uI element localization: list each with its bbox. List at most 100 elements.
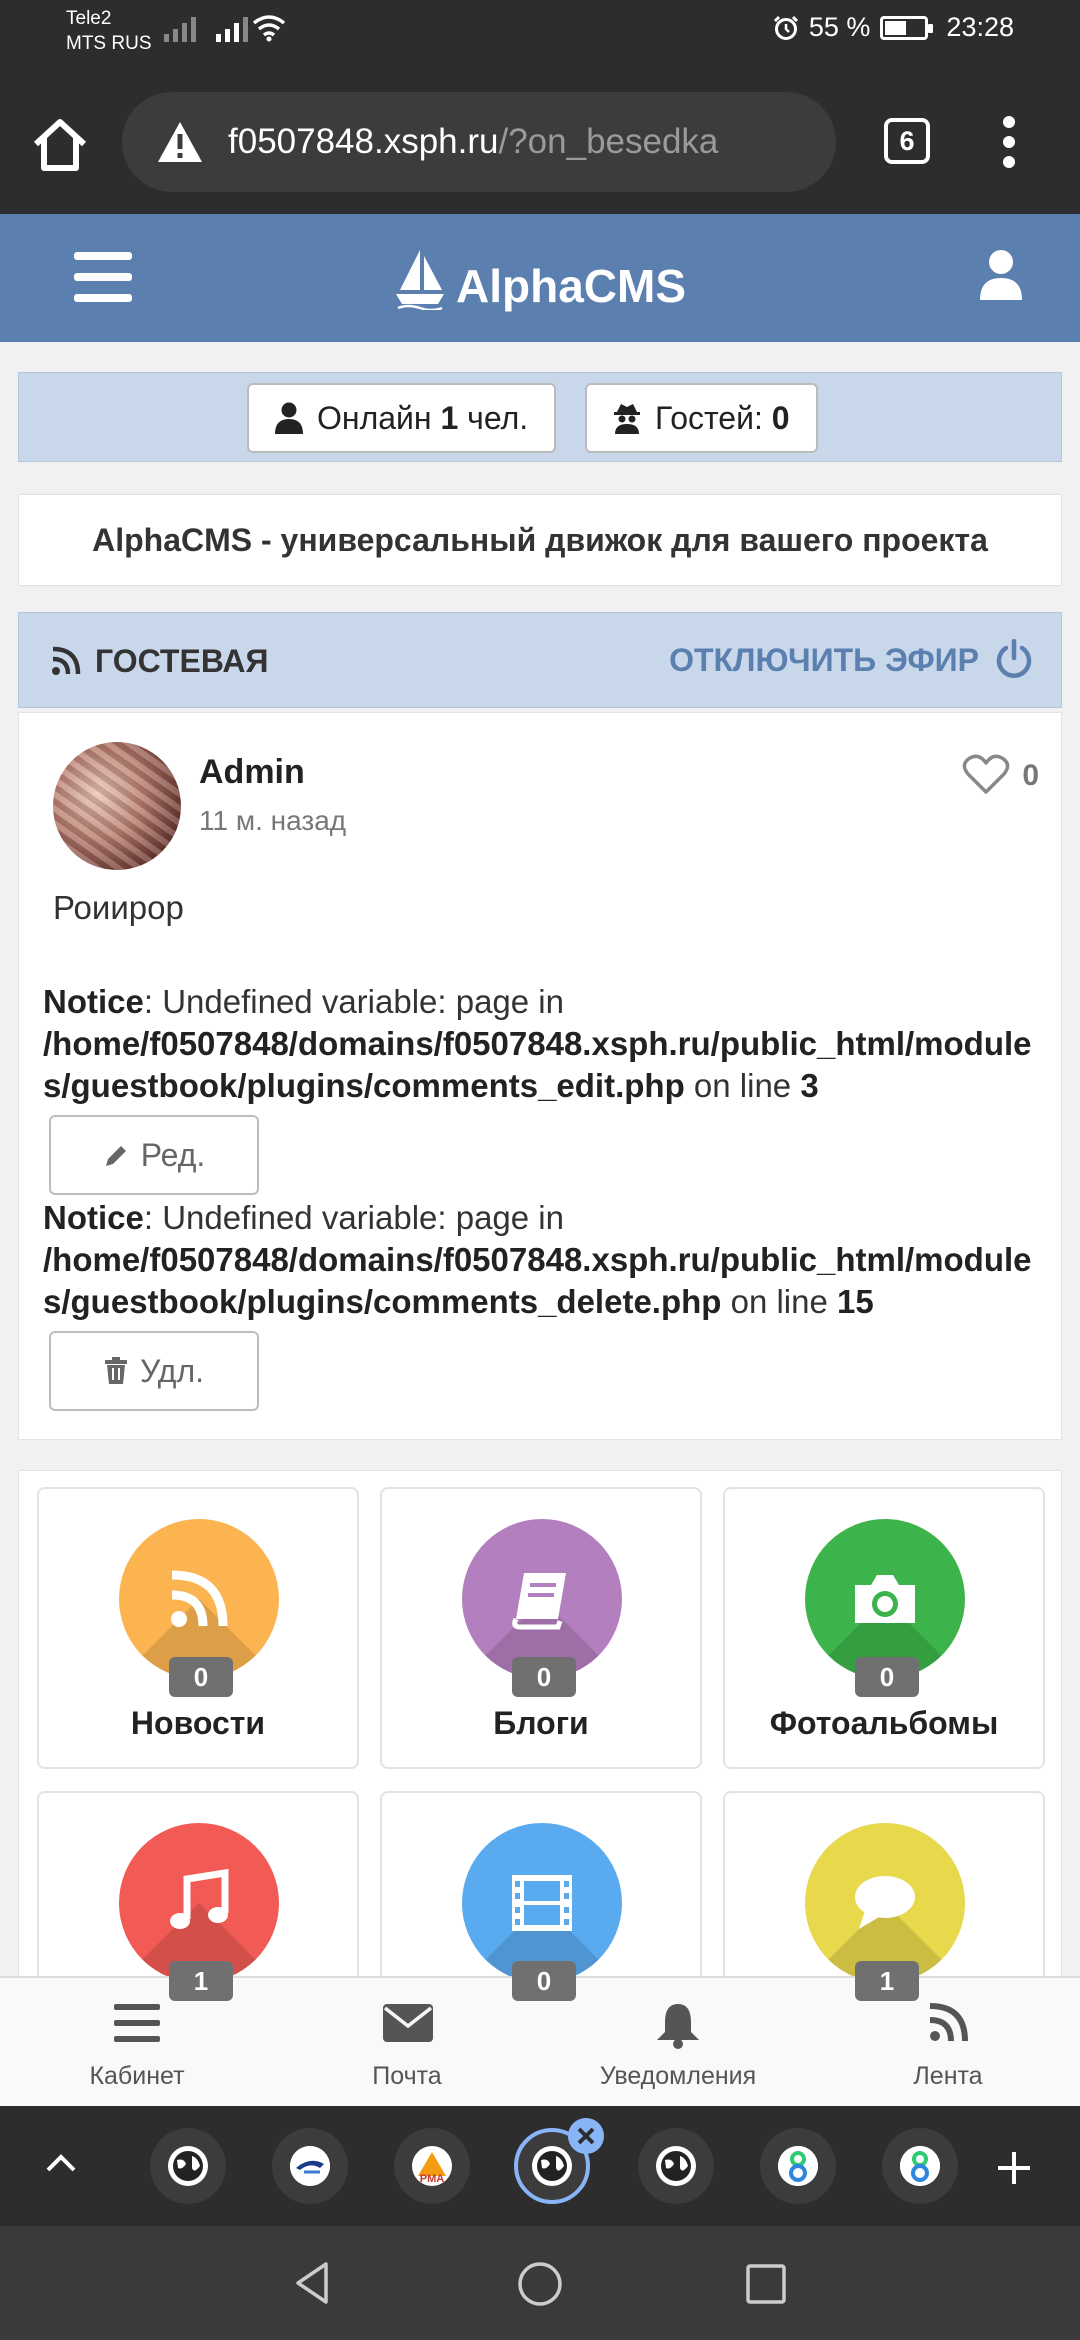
tab-item[interactable] [272,2128,348,2204]
globe-icon [532,2146,572,2186]
nav-notifications[interactable]: Уведомления [543,1978,813,2108]
notice-message: : Undefined variable: page in [143,983,564,1020]
post-author[interactable]: Admin [199,753,305,792]
tile-icon-circle [805,1519,965,1679]
address-bar[interactable]: f0507848.xsph.ru/?on_besedka [122,92,836,192]
close-tab-icon[interactable] [568,2118,604,2154]
site-name: AlphaCMS [456,260,686,312]
nav-notifications-label: Уведомления [599,2062,757,2090]
rss-icon [171,1570,228,1627]
browser-toolbar: f0507848.xsph.ru/?on_besedka 6 [0,64,1080,214]
disable-live-label: ОТКЛЮЧИТЬ ЭФИР [669,642,979,678]
envelope-icon [383,2004,433,2042]
globe-icon [656,2146,696,2186]
home-icon[interactable] [30,114,90,174]
nav-feed-label: Лента [913,2062,983,2090]
like-button[interactable]: 0 [962,753,1039,795]
tab-item[interactable] [882,2128,958,2204]
battery-percent: 55 % [808,12,871,42]
guests-button[interactable]: Гостей: 0 [585,383,818,453]
user-icon[interactable] [978,248,1024,302]
notice-message: : Undefined variable: page in [143,1199,564,1236]
guests-count: 0 [771,400,790,436]
modules-grid: 0 Новости 0 Блоги 0 Фотоальбомы 1 0 1 [18,1470,1062,2030]
home-circle-icon[interactable] [516,2260,564,2308]
delete-label: Удл. [139,1353,205,1389]
notice-line-text: on line [684,1067,801,1104]
guestbook-title-text: ГОСТЕВАЯ [95,643,269,679]
notice-path: /home/f0507848/domains/f0507848.xsph.ru/… [43,1241,1032,1320]
notice-label: Notice [43,1199,144,1236]
tab-item[interactable] [638,2128,714,2204]
online-users-button[interactable]: Онлайн 1 чел. [247,383,557,453]
notice-line-text: on line [721,1283,838,1320]
url-host: f0507848.xsph.ru [228,122,499,161]
url-path: /?on_besedka [498,122,719,161]
browser-menu-icon[interactable] [994,116,1024,176]
signal-icon [164,14,196,42]
nav-feed[interactable]: Лента [813,1978,1080,2108]
edit-button[interactable]: Ред. [49,1115,259,1195]
nav-mail[interactable]: Почта [272,1978,542,2108]
signal-icon [216,14,248,42]
notice-path: /home/f0507848/domains/f0507848.xsph.ru/… [43,1025,1032,1104]
tile-count: 0 [855,1657,919,1697]
sailboat-icon [396,250,444,312]
tab-item[interactable] [760,2128,836,2204]
tab-switcher-button[interactable]: 6 [884,118,930,164]
recents-icon[interactable] [744,2262,788,2306]
post-text: Роиирор [53,889,184,926]
tile-count: 0 [512,1961,576,2001]
post-time: 11 м. назад [199,805,347,836]
add-tab-icon[interactable] [996,2150,1032,2186]
tile-label: Блоги [493,1705,589,1741]
guestbook-title: ГОСТЕВАЯ [51,643,268,680]
module-tile-blogs[interactable]: 0 Блоги [380,1487,702,1769]
camera-icon [855,1575,915,1623]
warning-icon[interactable] [156,120,204,164]
delete-button[interactable]: Удл. [49,1331,259,1411]
chevron-up-icon[interactable] [44,2146,78,2180]
battery-level [885,20,907,35]
bars-icon [114,2004,160,2042]
music-icon [170,1868,229,1929]
bell-icon [657,2004,699,2049]
avatar[interactable] [53,742,181,870]
tile-count: 0 [512,1657,576,1697]
globe-icon [168,2146,208,2186]
tile-icon-circle [119,1519,279,1679]
tile-icon-circle [462,1519,622,1679]
module-tile-news[interactable]: 0 Новости [37,1487,359,1769]
guestbook-post: Admin 11 м. назад 0 Роиирор Notice: Unde… [18,712,1062,1440]
tab-item[interactable]: PMA [394,2128,470,2204]
alarm-icon [773,15,798,40]
url-text[interactable]: f0507848.xsph.ru/?on_besedka [228,120,718,164]
chat-icon [855,1876,915,1929]
online-count: 1 [440,400,459,436]
module-tile-photoalbums[interactable]: 0 Фотоальбомы [723,1487,1045,1769]
guestbook-header: ГОСТЕВАЯ ОТКЛЮЧИТЬ ЭФИР [18,612,1062,708]
tile-count: 1 [855,1961,919,2001]
back-icon[interactable] [290,2260,336,2306]
disable-live-button[interactable]: ОТКЛЮЧИТЬ ЭФИР [669,638,1033,679]
carrier-info: Tele2 MTS RUS [66,6,152,56]
notice-line: 15 [837,1283,874,1320]
site-slogan: AlphaCMS - универсальный движок для ваше… [18,494,1062,586]
carrier-1: Tele2 [66,8,112,29]
app-8-icon [778,2146,818,2186]
pma-label: PMA [420,2173,445,2185]
php-notice-edit: Notice: Undefined variable: page in/home… [43,981,1053,1107]
tile-count: 1 [169,1961,233,2001]
guests-label: Гостей: [655,400,763,436]
battery-icon [880,15,934,40]
site-header: AlphaCMS [0,214,1080,342]
php-notice-delete: Notice: Undefined variable: page in/home… [43,1197,1053,1323]
online-label: Онлайн [317,400,432,436]
site-favicon-icon [290,2146,330,2186]
tile-icon-circle [805,1823,965,1983]
tab-item[interactable] [150,2128,226,2204]
tile-icon-circle [119,1823,279,1983]
status-right: 55 % 23:28 [773,12,1014,43]
tile-label: Фотоальбомы [769,1705,999,1741]
site-logo[interactable]: AlphaCMS [0,248,1080,313]
